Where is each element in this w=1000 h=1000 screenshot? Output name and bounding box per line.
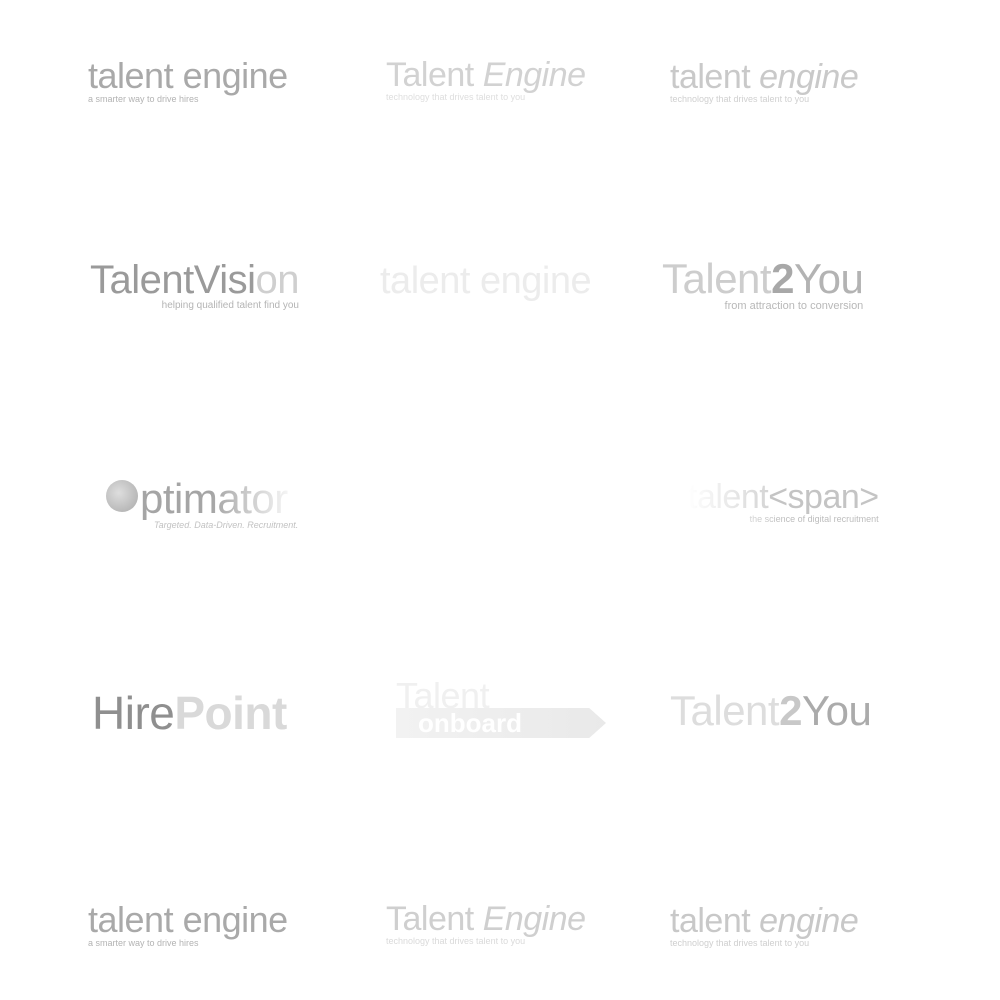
- logo-word: talent: [670, 902, 760, 940]
- logo-wordmark: talent<span>: [688, 480, 879, 514]
- logo-wordmark: talent engine: [670, 902, 859, 940]
- logo-word: engine: [182, 899, 289, 940]
- logo-word: Hire: [92, 687, 175, 739]
- logo-wordmark: talent engine: [380, 260, 592, 302]
- talent-engine-logo: talent engine: [380, 260, 592, 302]
- logo-wordmark: talent engine: [88, 902, 288, 938]
- logo-tagline: a smarter way to drive hires: [88, 938, 199, 948]
- logo-word: 2: [779, 687, 802, 734]
- logo-tagline: technology that drives talent to you: [670, 94, 810, 104]
- logo-word: engine: [182, 55, 289, 96]
- logo-word: Talent: [662, 255, 772, 302]
- logo-tagline: a smarter way to drive hires: [88, 94, 199, 104]
- logo-wordmark: Talent2You: [670, 687, 872, 734]
- talent2you-logo: Talent2You from attraction to conversion: [662, 255, 864, 312]
- optimator-logo: ptimator Targeted. Data-Driven. Recruitm…: [106, 478, 298, 530]
- logo-word: on: [255, 258, 299, 302]
- talent-onboard-logo: Talent onboard: [396, 678, 606, 738]
- logo-word: talent: [88, 55, 183, 96]
- logo-wordmark: HirePoint: [92, 690, 287, 736]
- logo-tagline: the science of digital recruitment: [749, 514, 879, 524]
- logo-word: engine: [759, 902, 859, 940]
- logo-tagline: Targeted. Data-Driven. Recruitment.: [154, 520, 299, 530]
- talent-engine-logo: talent engine a smarter way to drive hir…: [88, 902, 288, 948]
- logo-word: Engine: [482, 56, 586, 94]
- talent-engine-logo: talent engine a smarter way to drive hir…: [88, 58, 288, 104]
- talentvision-logo: TalentVision helping qualified talent fi…: [90, 260, 299, 311]
- logo-wordmark: TalentVision: [90, 260, 299, 300]
- talent-engine-logo: Talent Engine technology that drives tal…: [386, 58, 586, 102]
- logo-wordmark: Talent Engine: [386, 902, 586, 936]
- logo-word: <span>: [768, 478, 879, 516]
- talent-engine-logo: Talent Engine technology that drives tal…: [386, 902, 586, 946]
- logo-word: You: [801, 687, 872, 734]
- talent-engine-logo: talent engine technology that drives tal…: [670, 902, 859, 948]
- hirepoint-logo: HirePoint: [92, 690, 287, 736]
- logo-tagline: technology that drives talent to you: [386, 92, 526, 102]
- logo-word: Talent: [386, 56, 474, 94]
- logo-word: engine: [759, 58, 859, 96]
- logo-word: Point: [174, 687, 287, 739]
- logo-wordmark: talent engine: [88, 58, 288, 94]
- logo-word: Talent: [670, 687, 780, 734]
- logo-wordmark: Talent2You: [662, 255, 864, 302]
- logo-tagline: helping qualified talent find you: [161, 300, 299, 311]
- logo-word: talent: [688, 478, 769, 516]
- talentspan-logo: talent<span> the science of digital recr…: [688, 480, 879, 524]
- logo-word: Talent: [386, 900, 474, 938]
- logo-wordmark: Talent Engine: [386, 58, 586, 92]
- logo-tagline: from attraction to conversion: [724, 300, 864, 312]
- logo-word: You: [793, 255, 864, 302]
- logo-word: 2: [771, 255, 794, 302]
- logo-wordmark: ptimator: [140, 475, 288, 522]
- talent-engine-logo: talent engine technology that drives tal…: [670, 58, 859, 104]
- talent2you-logo: Talent2You: [670, 687, 872, 734]
- logo-tagline: technology that drives talent to you: [386, 936, 526, 946]
- logo-word: Engine: [482, 900, 586, 938]
- logo-tagline: technology that drives talent to you: [670, 938, 810, 948]
- logo-wordmark: talent engine: [670, 58, 859, 96]
- onboard-arrow-band: onboard: [396, 708, 606, 738]
- logo-word: TalentVisi: [90, 258, 256, 302]
- logo-word: talent: [670, 58, 760, 96]
- logo-word: talent: [88, 899, 183, 940]
